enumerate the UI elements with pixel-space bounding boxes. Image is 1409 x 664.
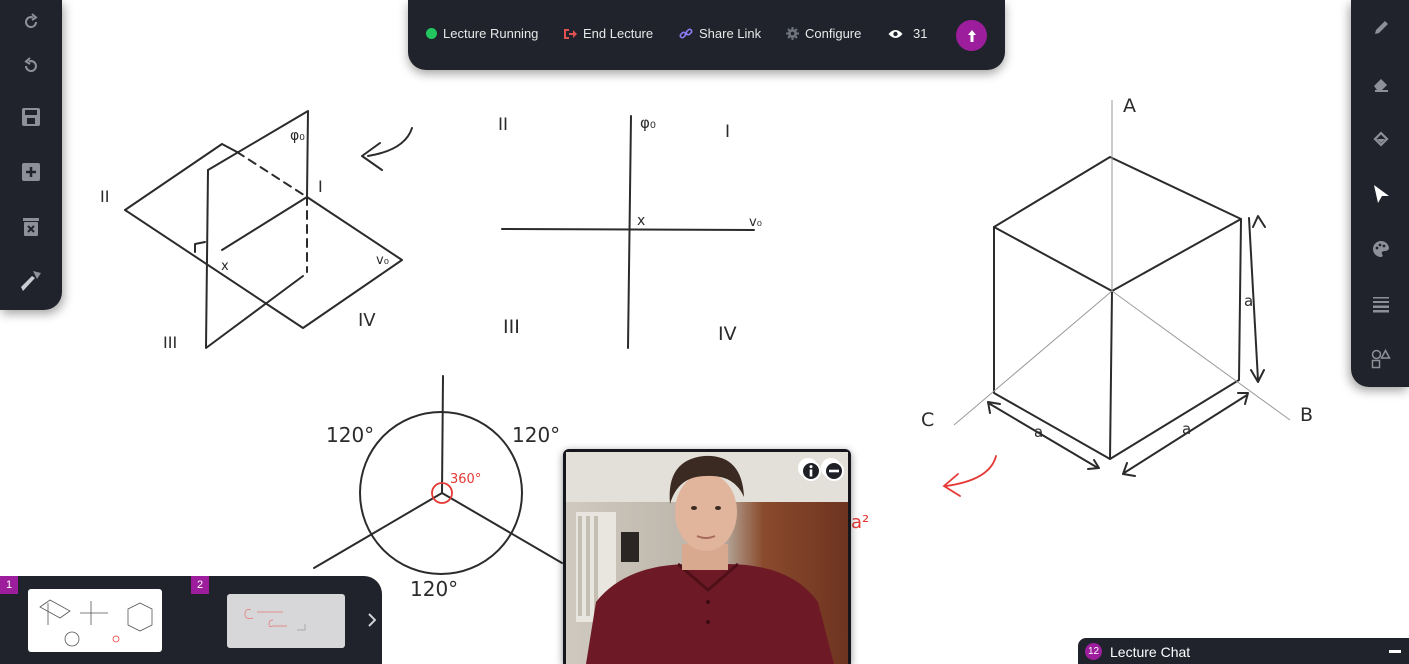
- webcam-video: [563, 449, 851, 664]
- exit-icon: [564, 28, 577, 39]
- pointer-icon[interactable]: [1369, 182, 1393, 206]
- pen-icon[interactable]: [1369, 16, 1393, 40]
- video-info-button[interactable]: [798, 458, 821, 481]
- fill-icon[interactable]: [1369, 127, 1393, 151]
- lecture-chat-header[interactable]: 12 Lecture Chat: [1078, 638, 1409, 664]
- right-toolbar: [1351, 0, 1409, 387]
- quadrant-label: IV: [718, 323, 737, 345]
- video-minimize-button[interactable]: [821, 458, 844, 481]
- plane-label: x: [637, 213, 645, 229]
- palette-icon[interactable]: [1369, 237, 1393, 261]
- info-icon: [801, 461, 821, 481]
- axis-label: C: [921, 409, 934, 431]
- page-number: 2: [191, 576, 209, 594]
- edge-label: a: [1034, 423, 1043, 441]
- delete-icon[interactable]: [18, 214, 44, 240]
- axis-label: A: [1123, 95, 1136, 117]
- save-icon[interactable]: [18, 104, 44, 130]
- page-thumbnail-1[interactable]: [28, 589, 162, 652]
- plane-label: φ₀: [290, 128, 305, 144]
- end-lecture-button[interactable]: End Lecture: [563, 26, 653, 41]
- minus-icon: [824, 461, 844, 481]
- center-angle-label: 360°: [450, 472, 481, 487]
- share-link-label: Share Link: [699, 26, 762, 41]
- status-label: Lecture Running: [443, 26, 539, 41]
- quadrant-label: I: [725, 122, 730, 142]
- quadrant-label: II: [498, 115, 508, 135]
- plane-label: v₀: [376, 253, 389, 268]
- viewer-count: 31: [888, 26, 927, 41]
- thumbnail-preview: [39, 599, 153, 647]
- viewer-count-value: 31: [913, 26, 928, 41]
- upload-button[interactable]: [956, 20, 987, 51]
- shapes-icon[interactable]: [1369, 347, 1393, 371]
- plane-label: φ₀: [640, 114, 656, 132]
- edge-label: a: [1182, 420, 1191, 438]
- lecture-toolbar: Lecture Running End Lecture Share Link C…: [408, 0, 1005, 70]
- configure-button[interactable]: Configure: [786, 26, 861, 41]
- pages-panel: 1 2: [0, 576, 382, 664]
- chevron-right-icon: [368, 613, 376, 627]
- chat-title: Lecture Chat: [1110, 644, 1191, 660]
- chat-minimize-icon[interactable]: [1389, 650, 1401, 653]
- eye-icon: [888, 29, 903, 38]
- edge-label: a: [1244, 292, 1253, 310]
- next-page-button[interactable]: [362, 608, 382, 632]
- page-number: 1: [0, 576, 18, 594]
- link-icon: [679, 27, 693, 39]
- gear-icon: [786, 27, 799, 40]
- page-thumbnail-2[interactable]: [227, 594, 345, 648]
- line-width-icon[interactable]: [1369, 292, 1393, 316]
- formula-label: a²: [851, 512, 869, 533]
- configure-label: Configure: [805, 26, 862, 41]
- webcam-feed: [566, 452, 848, 664]
- end-lecture-label: End Lecture: [583, 26, 654, 41]
- plane-label: x: [221, 259, 229, 274]
- angle-label: 120°: [512, 423, 560, 447]
- angle-label: 120°: [410, 577, 458, 601]
- unread-badge: 12: [1085, 643, 1102, 660]
- quadrant-label: II: [100, 187, 109, 206]
- lecture-status: Lecture Running: [426, 26, 538, 41]
- eraser-icon[interactable]: [1369, 72, 1393, 96]
- upload-arrow-icon: [967, 29, 976, 42]
- axis-label: B: [1300, 404, 1313, 426]
- undo-icon[interactable]: [18, 53, 44, 79]
- share-link-button[interactable]: Share Link: [679, 26, 761, 41]
- quadrant-label: I: [318, 177, 323, 196]
- clear-icon[interactable]: [18, 268, 44, 294]
- left-toolbar: [0, 0, 62, 310]
- plane-label: v₀: [749, 215, 762, 230]
- quadrant-label: IV: [358, 310, 376, 331]
- quadrant-label: III: [503, 316, 520, 338]
- thumbnail-preview: [244, 609, 306, 631]
- live-indicator-icon: [426, 28, 437, 39]
- redo-icon[interactable]: [18, 9, 44, 35]
- add-icon[interactable]: [18, 159, 44, 185]
- angle-label: 120°: [326, 423, 374, 447]
- quadrant-label: III: [163, 333, 177, 352]
